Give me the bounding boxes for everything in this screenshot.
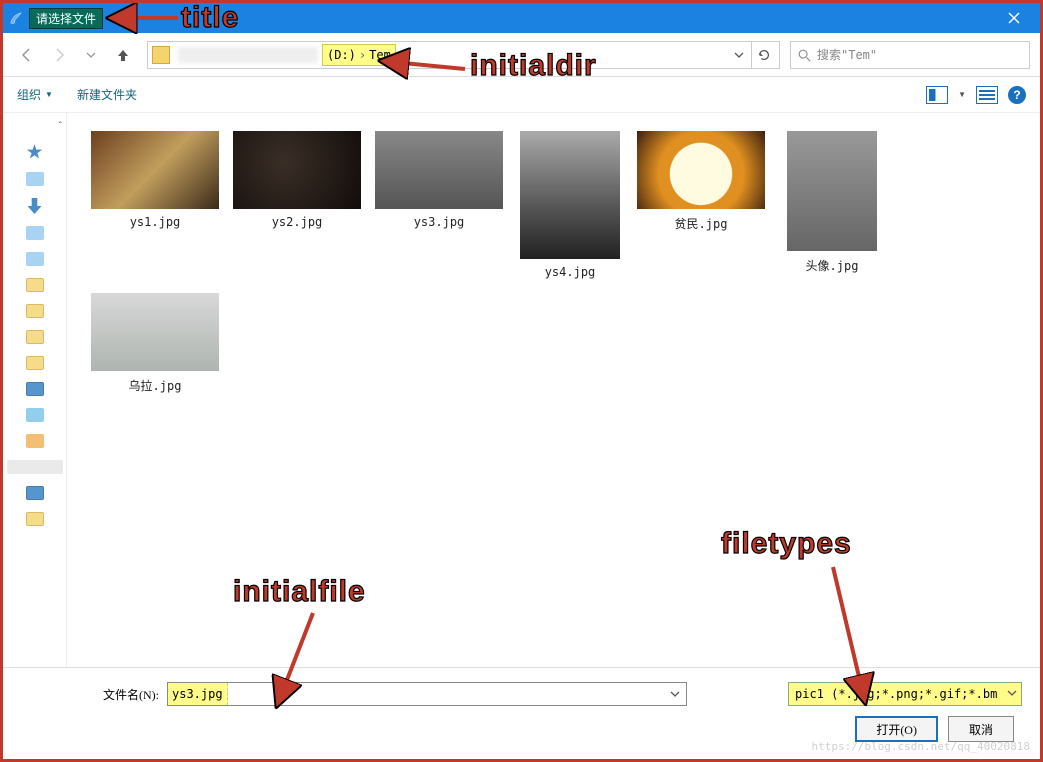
file-thumbnail — [91, 131, 219, 209]
app-icon — [9, 11, 23, 25]
address-bar[interactable]: (D:) › Tem — [147, 41, 780, 69]
dropdown-caret-icon: ▼ — [45, 90, 53, 99]
file-name: 贫民.jpg — [675, 215, 728, 232]
view-thumbnails-icon[interactable] — [926, 86, 948, 104]
forward-button[interactable] — [45, 41, 73, 69]
file-item[interactable]: ys4.jpg — [515, 127, 625, 283]
nav-bar: (D:) › Tem 搜索"Tem" — [3, 33, 1040, 77]
sidebar-user-icon[interactable] — [26, 434, 44, 448]
window-titlebar: 请选择文件 — [3, 3, 1040, 33]
organize-label: 组织 — [17, 86, 41, 103]
file-item[interactable]: ys1.jpg — [89, 127, 221, 283]
file-thumbnail — [637, 131, 765, 209]
file-name: ys4.jpg — [545, 265, 596, 279]
file-thumbnail — [520, 131, 620, 259]
file-thumbnail — [375, 131, 503, 209]
toolbar: 组织 ▼ 新建文件夹 ▼ ? — [3, 77, 1040, 113]
file-thumbnail — [787, 131, 877, 251]
filename-dropdown-icon[interactable] — [666, 685, 684, 703]
folder-icon — [152, 46, 170, 64]
new-folder-button[interactable]: 新建文件夹 — [77, 86, 137, 103]
back-button[interactable] — [13, 41, 41, 69]
file-item[interactable]: 贫民.jpg — [635, 127, 767, 283]
file-name: ys3.jpg — [414, 215, 465, 229]
recent-dropdown[interactable] — [77, 41, 105, 69]
sidebar-folder-icon[interactable] — [26, 330, 44, 344]
refresh-button[interactable] — [751, 42, 775, 68]
cancel-button-label: 取消 — [969, 721, 993, 738]
filetypes-dropdown-icon — [1007, 687, 1017, 701]
file-item[interactable]: ys2.jpg — [231, 127, 363, 283]
address-dropdown-icon[interactable] — [727, 42, 751, 68]
path-folder[interactable]: Tem — [369, 48, 391, 62]
path-highlight: (D:) › Tem — [322, 44, 396, 66]
sidebar-downloads-icon[interactable] — [28, 198, 42, 214]
file-thumbnail — [233, 131, 361, 209]
open-button[interactable]: 打开(O) — [855, 716, 938, 742]
search-placeholder: 搜索"Tem" — [817, 46, 877, 63]
path-segment-censored — [178, 47, 318, 63]
open-button-label: 打开(O) — [876, 721, 917, 738]
path-drive[interactable]: (D:) — [327, 48, 356, 62]
file-name: ys1.jpg — [130, 215, 181, 229]
file-list-pane[interactable]: ys1.jpg ys2.jpg ys3.jpg ys4.jpg 贫民.jpg 头… — [67, 113, 1040, 667]
file-name: 乌拉.jpg — [129, 377, 182, 394]
up-button[interactable] — [109, 41, 137, 69]
organize-menu[interactable]: 组织 ▼ — [17, 86, 53, 103]
newfolder-label: 新建文件夹 — [77, 86, 137, 103]
bottom-bar: 文件名(N): ys3.jpg pic1 (*.jpg;*.png;*.gif;… — [3, 667, 1040, 759]
sidebar-monitor-icon[interactable] — [26, 486, 44, 500]
sidebar-documents-icon[interactable] — [26, 226, 44, 240]
file-item[interactable]: 头像.jpg — [777, 127, 887, 283]
sidebar-scroll-up-icon[interactable]: ˆ — [59, 121, 62, 132]
file-name: 头像.jpg — [806, 257, 859, 274]
sidebar-onedrive-icon[interactable] — [26, 408, 44, 422]
close-button[interactable] — [994, 4, 1034, 32]
sidebar-selected-item[interactable] — [7, 460, 63, 474]
sidebar-folder-icon[interactable] — [26, 512, 44, 526]
file-item[interactable]: 乌拉.jpg — [89, 289, 221, 398]
sidebar: ˆ — [3, 113, 67, 667]
search-input[interactable]: 搜索"Tem" — [790, 41, 1030, 69]
filename-value: ys3.jpg — [168, 683, 228, 705]
view-dropdown-icon[interactable]: ▼ — [958, 90, 966, 99]
sidebar-folder-icon[interactable] — [26, 304, 44, 318]
file-name: ys2.jpg — [272, 215, 323, 229]
filename-label: 文件名(N): — [103, 686, 159, 703]
file-item[interactable]: ys3.jpg — [373, 127, 505, 283]
sidebar-quickaccess-icon[interactable] — [27, 144, 43, 160]
help-icon[interactable]: ? — [1008, 86, 1026, 104]
file-thumbnail — [91, 293, 219, 371]
view-list-icon[interactable] — [976, 86, 998, 104]
filename-input[interactable]: ys3.jpg — [167, 682, 687, 706]
search-icon — [797, 48, 811, 62]
filetypes-value: pic1 (*.jpg;*.png;*.gif;*.bm — [795, 687, 997, 701]
sidebar-folder-icon[interactable] — [26, 356, 44, 370]
filetypes-dropdown[interactable]: pic1 (*.jpg;*.png;*.gif;*.bm — [788, 682, 1022, 706]
sidebar-thispc-icon[interactable] — [26, 382, 44, 396]
path-sep-icon: › — [359, 48, 366, 62]
sidebar-pictures-icon[interactable] — [26, 252, 44, 266]
sidebar-desktop-icon[interactable] — [26, 172, 44, 186]
sidebar-folder-icon[interactable] — [26, 278, 44, 292]
window-title: 请选择文件 — [29, 8, 103, 29]
cancel-button[interactable]: 取消 — [948, 716, 1014, 742]
